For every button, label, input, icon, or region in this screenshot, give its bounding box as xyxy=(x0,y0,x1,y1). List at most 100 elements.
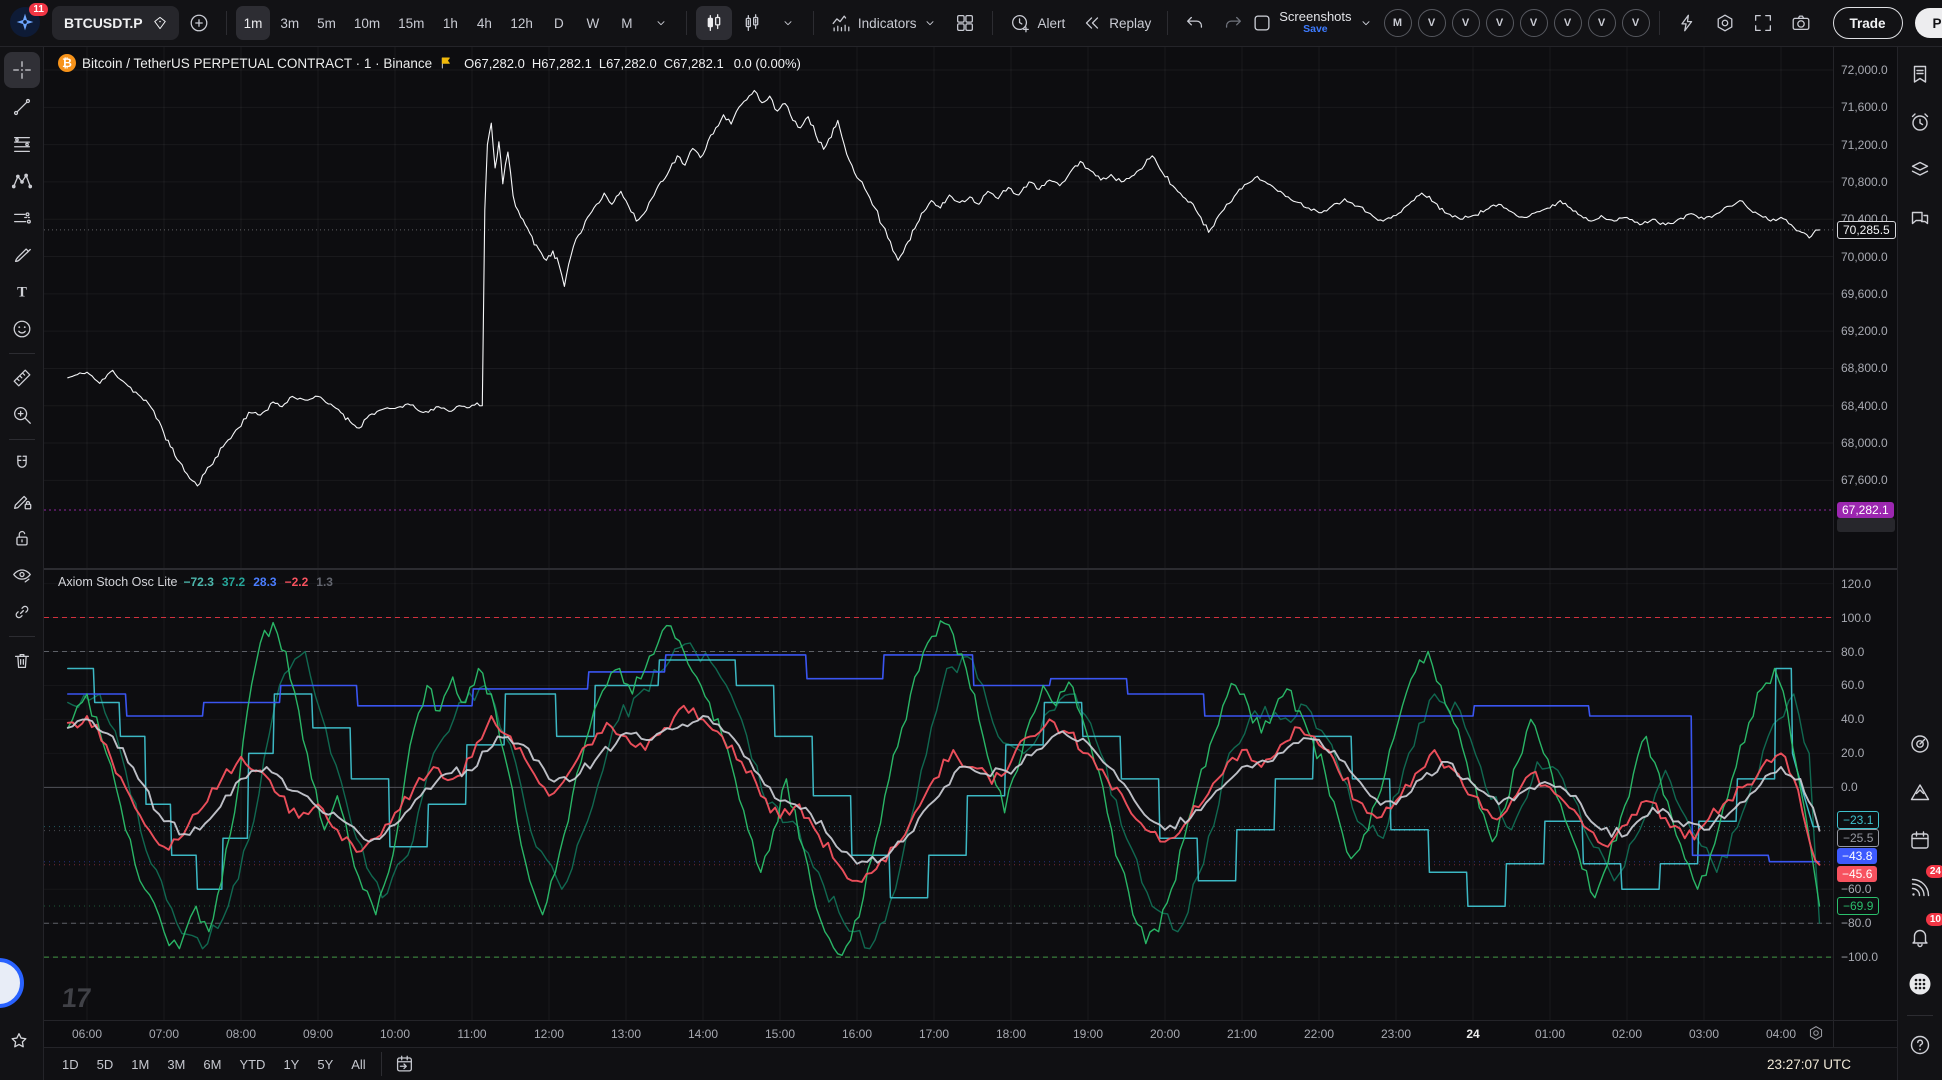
tool-draw-lock[interactable] xyxy=(4,483,40,519)
indicator-tick: 40.0 xyxy=(1841,712,1864,726)
publish-button[interactable]: Publish xyxy=(1915,8,1942,38)
price-tick: 69,200.0 xyxy=(1841,324,1888,338)
avatar-6[interactable]: V xyxy=(1588,9,1616,37)
tool-emoji[interactable] xyxy=(4,311,40,347)
tool-xabcd-pattern[interactable] xyxy=(4,163,40,199)
range-1M[interactable]: 1M xyxy=(123,1052,157,1076)
timeframe-5m[interactable]: 5m xyxy=(309,6,344,40)
range-5D[interactable]: 5D xyxy=(89,1052,122,1076)
trade-button[interactable]: Trade xyxy=(1833,7,1903,39)
settings-button[interactable] xyxy=(1707,6,1743,40)
timeframe-1m[interactable]: 1m xyxy=(236,6,271,40)
tool-crosshair[interactable] xyxy=(4,52,40,88)
timeframe-W[interactable]: W xyxy=(577,6,609,40)
indicator-tick: 100.0 xyxy=(1841,611,1871,625)
chart-type-hollow-button[interactable] xyxy=(734,6,770,40)
avatar-3[interactable]: V xyxy=(1486,9,1514,37)
tool-lock[interactable] xyxy=(4,520,40,556)
go-to-date-button[interactable] xyxy=(393,1053,415,1075)
sidebar-chat[interactable] xyxy=(1901,199,1939,237)
avatar-1[interactable]: V xyxy=(1418,9,1446,37)
sidebar-object-tree[interactable] xyxy=(1901,151,1939,189)
time-tick: 15:00 xyxy=(765,1027,795,1041)
indicators-button[interactable]: Indicators xyxy=(823,6,946,40)
tool-trend-line[interactable] xyxy=(4,89,40,125)
grid-layout-button[interactable] xyxy=(947,6,983,40)
range-1Y[interactable]: 1Y xyxy=(275,1052,307,1076)
sidebar-calendar[interactable] xyxy=(1901,821,1939,859)
redo-button[interactable] xyxy=(1215,6,1251,40)
tool-hide-drawings[interactable] xyxy=(4,557,40,593)
divider xyxy=(226,11,227,35)
avatar-5[interactable]: V xyxy=(1554,9,1582,37)
tool-fib-retracement[interactable] xyxy=(4,126,40,162)
range-5Y[interactable]: 5Y xyxy=(309,1052,341,1076)
timeframe-D[interactable]: D xyxy=(543,6,575,40)
time-tick: 14:00 xyxy=(688,1027,718,1041)
quick-search-button[interactable] xyxy=(1669,6,1705,40)
alert-button[interactable]: Alert xyxy=(1002,6,1072,40)
sidebar-help[interactable] xyxy=(1901,1026,1939,1064)
timeframe-12h[interactable]: 12h xyxy=(502,6,541,40)
tool-projection[interactable] xyxy=(4,200,40,236)
tool-trash[interactable] xyxy=(4,643,40,679)
clock-utc[interactable]: 23:27:07 UTC xyxy=(1767,1057,1851,1072)
indicators-icon xyxy=(830,12,852,34)
timeframe-15m[interactable]: 15m xyxy=(390,6,432,40)
timeframe-1h[interactable]: 1h xyxy=(434,6,466,40)
avatar-0[interactable]: M xyxy=(1384,9,1412,37)
tool-brush[interactable] xyxy=(4,237,40,273)
avatar-4[interactable]: V xyxy=(1520,9,1548,37)
indicators-chevron xyxy=(922,15,938,31)
sidebar-notifications[interactable]: 10 xyxy=(1901,917,1939,955)
avatar-7[interactable]: V xyxy=(1622,9,1650,37)
sidebar-news[interactable]: 24 xyxy=(1901,869,1939,907)
indicator-title[interactable]: Axiom Stoch Osc Lite xyxy=(58,575,178,589)
favorites-star-icon[interactable] xyxy=(8,1030,30,1052)
tradingview-logo[interactable]: 11 xyxy=(10,7,42,39)
indicator-pane[interactable]: Axiom Stoch Osc Lite −72.337.228.3−2.21.… xyxy=(44,570,1833,1020)
range-YTD[interactable]: YTD xyxy=(231,1052,273,1076)
indicator-axis[interactable]: 120.0100.080.060.040.020.00.0−60.0−80.0−… xyxy=(1833,570,1897,1020)
timeframe-10m[interactable]: 10m xyxy=(346,6,388,40)
undo-button[interactable] xyxy=(1177,6,1213,40)
layout-save-link[interactable]: Save xyxy=(1303,23,1328,36)
timeframe-M[interactable]: M xyxy=(611,6,643,40)
sidebar-watchlist[interactable] xyxy=(1901,55,1939,93)
alert-clock-icon xyxy=(1009,12,1031,34)
range-All[interactable]: All xyxy=(343,1052,373,1076)
timeframe-3m[interactable]: 3m xyxy=(272,6,307,40)
chart-type-candles-button[interactable] xyxy=(696,6,732,40)
divider xyxy=(813,11,814,35)
symbol-search-button[interactable]: BTCUSDT.P xyxy=(52,6,179,40)
tool-ruler[interactable] xyxy=(4,360,40,396)
range-3M[interactable]: 3M xyxy=(159,1052,193,1076)
range-1D[interactable]: 1D xyxy=(54,1052,87,1076)
compare-add-button[interactable] xyxy=(181,6,217,40)
tool-text[interactable]: T xyxy=(4,274,40,310)
price-axis[interactable]: 72,000.071,600.071,200.070,800.070,400.0… xyxy=(1833,47,1897,568)
range-6M[interactable]: 6M xyxy=(195,1052,229,1076)
layout-save-widget[interactable]: Screenshots Save xyxy=(1251,10,1373,36)
snapshot-button[interactable] xyxy=(1783,6,1819,40)
fullscreen-button[interactable] xyxy=(1745,6,1781,40)
tool-magnet[interactable] xyxy=(4,446,40,482)
time-axis[interactable]: 06:0007:0008:0009:0010:0011:0012:0013:00… xyxy=(44,1020,1833,1047)
sidebar-hotlists[interactable] xyxy=(1901,725,1939,763)
symbol-title[interactable]: Bitcoin / TetherUS PERPETUAL CONTRACT · … xyxy=(82,56,432,71)
axis-settings-gear-icon[interactable] xyxy=(1807,1024,1825,1042)
tool-link[interactable] xyxy=(4,594,40,630)
sidebar-ideas[interactable] xyxy=(1901,773,1939,811)
timeframe-4h[interactable]: 4h xyxy=(468,6,500,40)
chart-type-chevron[interactable] xyxy=(772,6,804,40)
avatar-2[interactable]: V xyxy=(1452,9,1480,37)
timeframe-menu-chevron[interactable] xyxy=(645,6,677,40)
floating-avatar-button[interactable] xyxy=(0,958,24,1008)
timeframe-group: 1m3m5m10m15m1h4h12hDWM xyxy=(236,6,643,40)
layout-chevron-icon[interactable] xyxy=(1358,15,1374,31)
tool-zoom-in[interactable] xyxy=(4,397,40,433)
price-pane[interactable]: ₿ Bitcoin / TetherUS PERPETUAL CONTRACT … xyxy=(44,47,1833,568)
replay-button[interactable]: Replay xyxy=(1074,6,1158,40)
sidebar-alerts[interactable] xyxy=(1901,103,1939,141)
sidebar-apps[interactable] xyxy=(1901,965,1939,1003)
